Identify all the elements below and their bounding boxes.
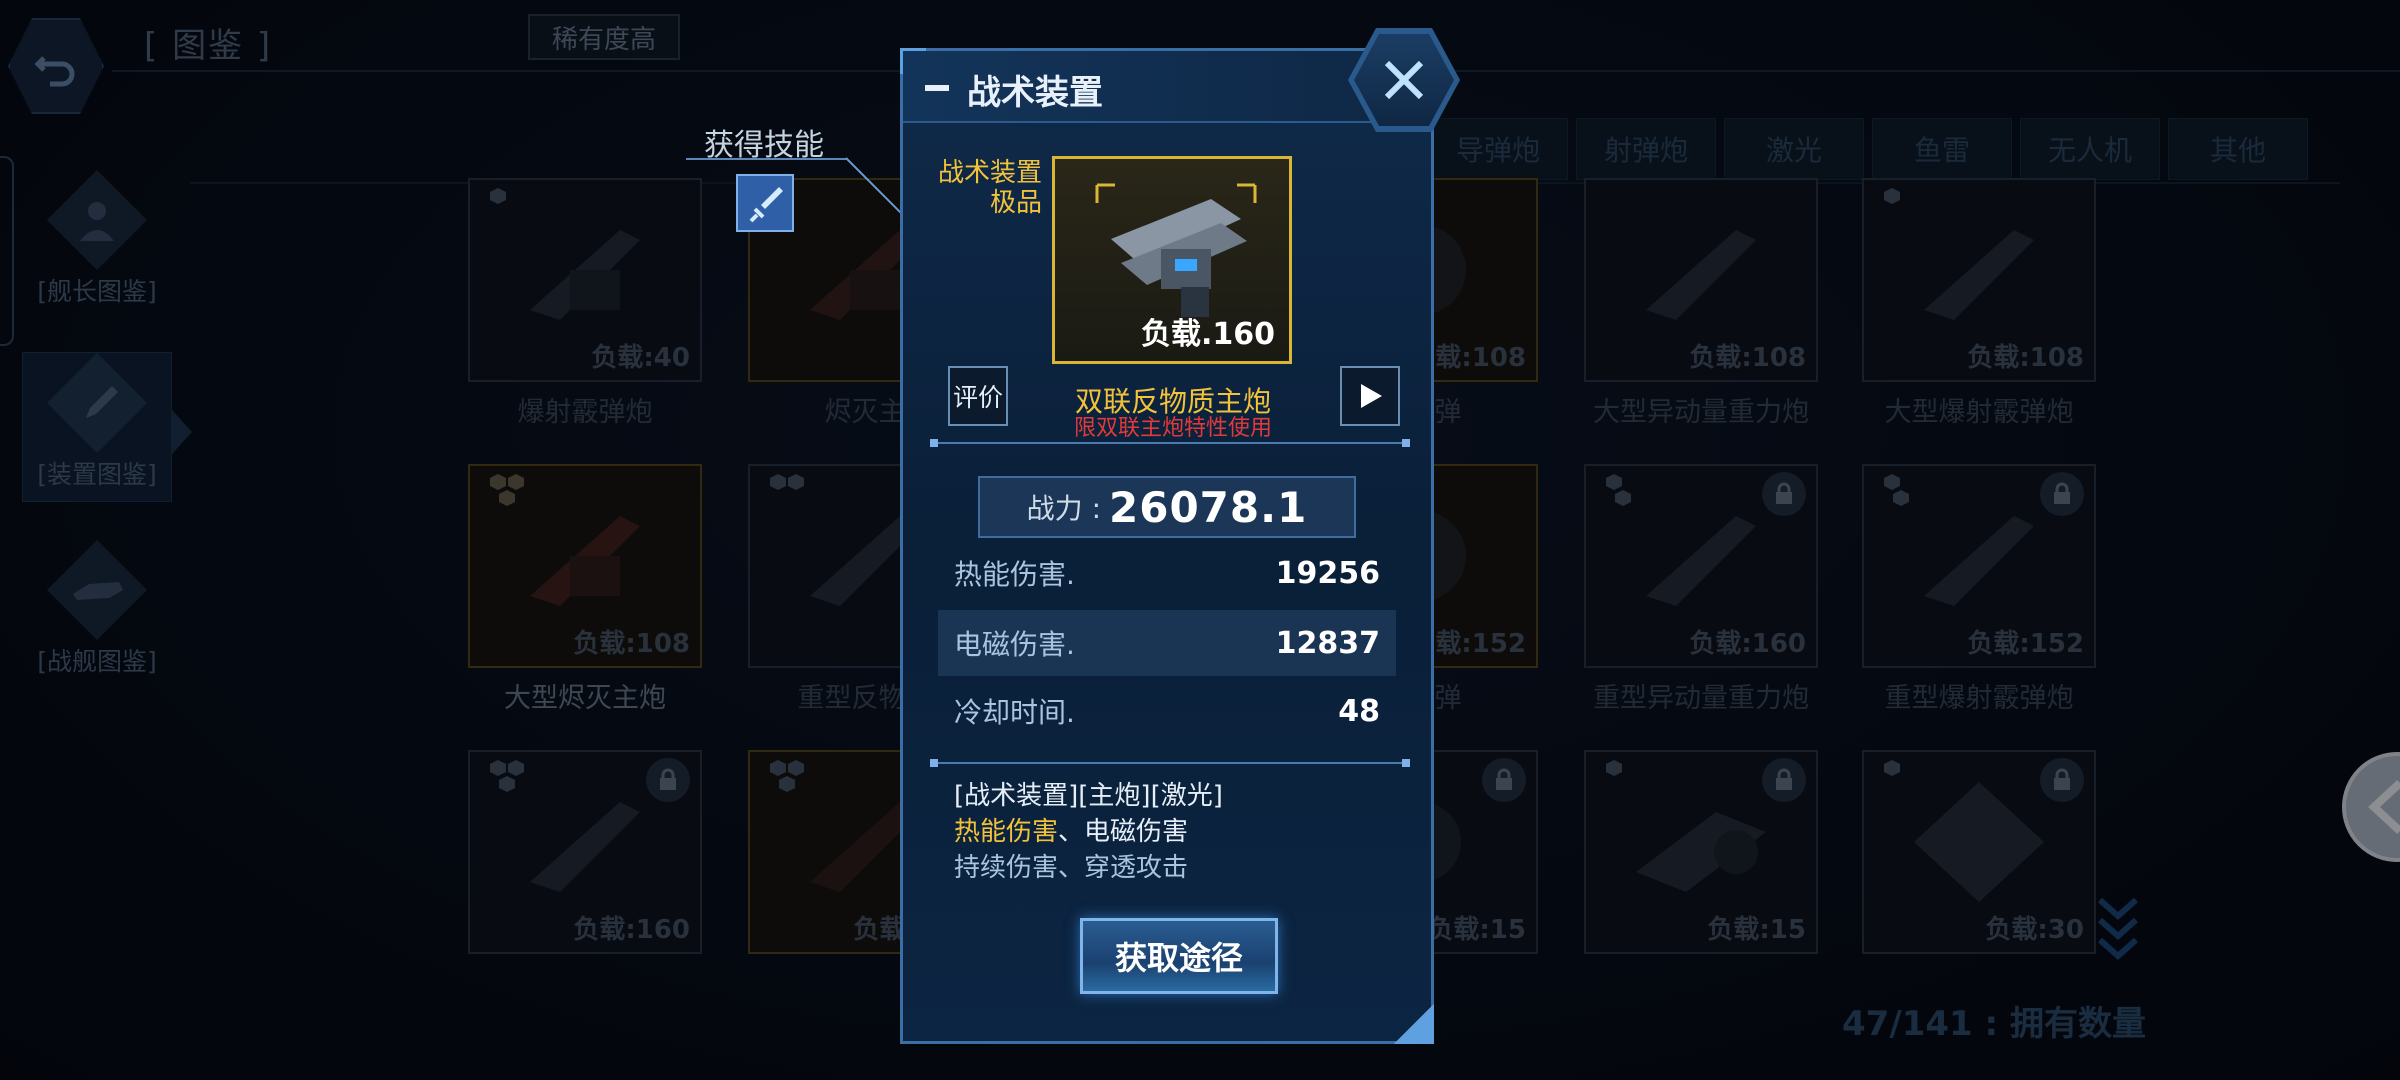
combat-power: 战力 : 26078.1 [978, 476, 1356, 538]
play-arrow-icon [1361, 384, 1382, 408]
skill-underline [686, 158, 846, 160]
tags-effects: 持续伤害、穿透攻击 [954, 853, 1189, 883]
stat-label: 冷却时间. [954, 696, 1075, 729]
rate-button[interactable]: 评价 [948, 366, 1008, 426]
stat-value: 48 [1338, 693, 1380, 729]
twin-cannon-art-icon [1095, 183, 1257, 317]
close-icon [1384, 60, 1424, 100]
stat-value: 12837 [1275, 625, 1380, 661]
obtain-method-button[interactable]: 获取途径 [1080, 918, 1278, 994]
section-divider [930, 439, 1410, 447]
stat-row-em: 电磁伤害. 12837 [938, 610, 1396, 676]
item-restriction: 限双联主炮特性使用 [1073, 416, 1272, 441]
item-tags: [战术装置][主炮][激光] 热能伤害、电磁伤害 持续伤害、穿透攻击 [954, 778, 1223, 886]
tag-rest: 、电磁伤害 [1058, 817, 1189, 847]
stat-label: 电磁伤害. [954, 628, 1075, 661]
stat-row-cooldown: 冷却时间. 48 [938, 678, 1396, 744]
item-load: 负载.160 [1140, 317, 1275, 352]
power-label: 战力 : [1026, 492, 1102, 525]
item-card: 负载.160 [1052, 156, 1292, 364]
dialog-title: 战术装置 [967, 73, 1103, 113]
next-item-button[interactable] [1340, 366, 1400, 426]
item-grade: 极品 [989, 188, 1042, 218]
tags-damage: 热能伤害、电磁伤害 [954, 814, 1223, 850]
item-type-grade: 战术装置 极品 [922, 158, 1042, 218]
item-type: 战术装置 [937, 158, 1042, 188]
stat-row-thermal: 热能伤害. 19256 [938, 540, 1396, 606]
skill-sword-icon[interactable] [736, 174, 794, 232]
power-value: 26078.1 [1109, 482, 1308, 532]
stat-value: 19256 [1275, 555, 1380, 591]
stat-label: 热能伤害. [954, 558, 1075, 591]
dialog-corner [1394, 1004, 1434, 1044]
tag-highlight: 热能伤害 [954, 817, 1059, 847]
tags-category: [战术装置][主炮][激光] [954, 781, 1223, 811]
section-divider [930, 759, 1410, 767]
minus-icon [925, 85, 949, 91]
